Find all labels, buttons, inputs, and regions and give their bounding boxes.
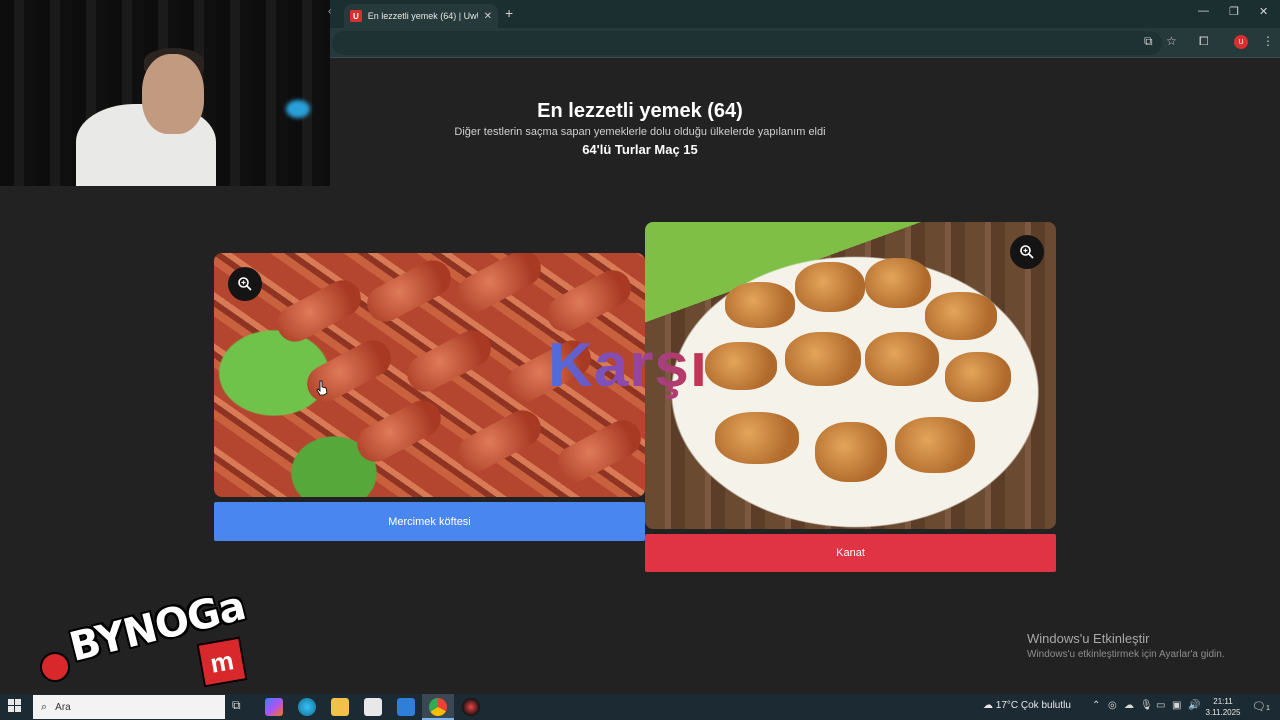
edge-browser-icon[interactable]	[298, 698, 316, 716]
translate-icon[interactable]: ⧉	[1144, 34, 1153, 49]
restore-button[interactable]: ❐	[1229, 5, 1239, 18]
mail-icon[interactable]	[397, 698, 415, 716]
activation-subtitle: Windows'u etkinleştirmek için Ayarlar'a …	[1027, 649, 1225, 660]
search-placeholder: Ara	[55, 701, 71, 713]
profile-avatar[interactable]: U	[1234, 35, 1248, 49]
choose-mercimek-koftesi-button[interactable]: Mercimek köftesi	[214, 502, 645, 541]
zoom-icon[interactable]	[1010, 235, 1044, 269]
channel-logo: BYNOGa m	[40, 583, 250, 692]
hand-cursor-icon	[316, 380, 328, 401]
file-explorer-icon[interactable]	[331, 698, 349, 716]
logo-badge: m	[196, 636, 248, 688]
logo-disc-icon	[40, 652, 70, 682]
chrome-icon[interactable]	[429, 698, 447, 716]
close-tab-icon[interactable]: ✕	[484, 11, 492, 22]
tab-scroll-icon[interactable]: ‹	[328, 6, 331, 17]
copilot-icon[interactable]	[265, 698, 283, 716]
tray-icon[interactable]: ◎	[1108, 700, 1117, 711]
search-icon: ⌕	[41, 700, 48, 713]
webcam-overlay	[0, 0, 330, 186]
volume-icon[interactable]: 🔊	[1188, 700, 1200, 711]
minimize-button[interactable]: —	[1198, 5, 1209, 17]
menu-kebab-icon[interactable]: ⋮	[1262, 34, 1274, 48]
microsoft-store-icon[interactable]	[364, 698, 382, 716]
address-bar[interactable]	[332, 31, 1162, 55]
new-tab-button[interactable]: +	[505, 5, 513, 21]
weather-widget[interactable]: ☁ 17°C Çok bulutlu	[983, 700, 1071, 711]
favicon-icon: U	[350, 10, 362, 22]
activation-title: Windows'u Etkinleştir	[1027, 631, 1150, 646]
task-view-icon[interactable]: ⧉	[232, 698, 250, 716]
clock-time: 21:11	[1213, 697, 1233, 706]
zoom-icon[interactable]	[228, 267, 262, 301]
notification-count: 1	[1265, 705, 1270, 712]
round-label: 64'lü Turlar Maç 15	[582, 142, 698, 157]
notification-icon[interactable]: 🗨1	[1252, 700, 1270, 713]
obs-icon[interactable]	[462, 698, 480, 716]
chevron-up-icon[interactable]: ⌃	[1092, 700, 1100, 711]
tab-title: En lezzetli yemek (64) | UwUFUFU	[367, 11, 478, 21]
bookmark-star-icon[interactable]: ☆	[1166, 34, 1177, 48]
taskbar-search-input[interactable]: ⌕ Ara	[33, 695, 225, 719]
network-icon[interactable]: ▣	[1172, 700, 1181, 711]
browser-tab[interactable]: U En lezzetli yemek (64) | UwUFUFU ✕	[344, 4, 498, 28]
page-subtitle: Diğer testlerin saçma sapan yemeklerle d…	[454, 126, 826, 138]
versus-label: Karşı	[548, 331, 709, 400]
choose-kanat-button[interactable]: Kanat	[645, 534, 1056, 572]
display-icon[interactable]: ▭	[1156, 700, 1165, 711]
clock[interactable]: 21:11 3.11.2025	[1200, 696, 1246, 718]
extensions-icon[interactable]: ⧠	[1199, 34, 1209, 49]
clock-date: 3.11.2025	[1205, 708, 1241, 717]
weather-text: 17°C Çok bulutlu	[995, 700, 1071, 711]
page-title: En lezzetli yemek (64)	[537, 100, 743, 122]
onedrive-icon[interactable]: ☁	[1124, 700, 1134, 711]
microphone-icon[interactable]: 🎙	[1140, 700, 1153, 711]
windows-start-icon[interactable]	[8, 699, 22, 713]
close-window-button[interactable]: ✕	[1259, 5, 1268, 18]
cloud-icon: ☁	[983, 700, 993, 711]
